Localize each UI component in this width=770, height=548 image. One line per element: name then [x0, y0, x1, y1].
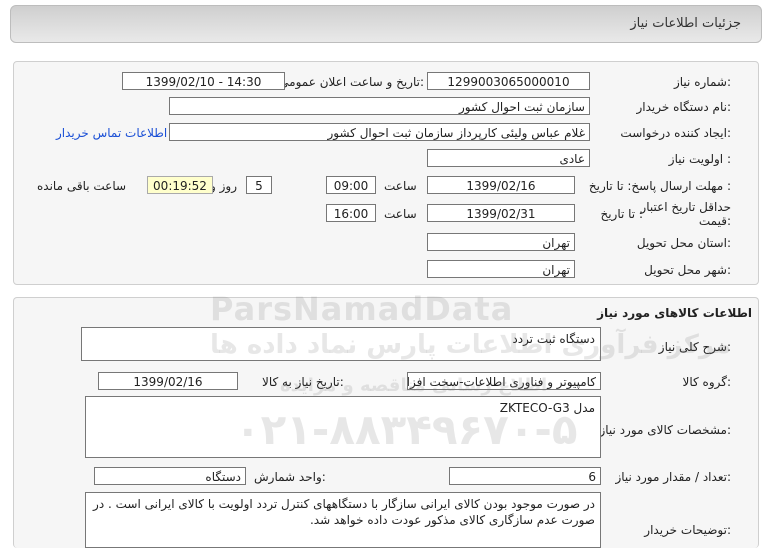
- need-date-field: 1399/02/16: [98, 372, 238, 390]
- validity-label-line2: قیمت:: [698, 214, 731, 228]
- buyer-notes-field: در صورت موجود بودن کالای ایرانی سازگار ب…: [85, 492, 601, 548]
- unit-label: واحد شمارش:: [254, 470, 326, 484]
- priority-field: عادی: [427, 149, 590, 167]
- validity-time-field: 16:00: [326, 204, 376, 222]
- deadline-date-field: 1399/02/16: [427, 176, 575, 194]
- creator-field: غلام عباس ولیئی کارپرداز سازمان ثبت احوا…: [169, 123, 590, 141]
- announce-date-label: تاریخ و ساعت اعلان عمومی:: [279, 75, 424, 89]
- quantity-field: 6: [449, 467, 601, 485]
- need-info-panel: شماره نیاز: 1299003065000010 تاریخ و ساع…: [13, 61, 759, 285]
- goods-group-field: کامپیوتر و فناوری اطلاعات-سخت افزار: [407, 372, 601, 390]
- buyer-label: نام دستگاه خریدار:: [636, 100, 732, 114]
- days-label: روز و: [210, 179, 237, 193]
- need-date-label: تاریخ نیاز به کالا:: [262, 375, 344, 389]
- province-label: استان محل تحویل:: [636, 236, 731, 250]
- specs-label: مشخصات کالای مورد نیاز:: [599, 423, 731, 437]
- deadline-time-label: ساعت: [384, 179, 417, 193]
- general-description-field: دستگاه ثبت تردد: [81, 327, 601, 361]
- priority-label: اولویت نیاز :: [668, 152, 731, 166]
- validity-to-label: تا تاریخ :: [600, 207, 643, 221]
- goods-panel: اطلاعات کالاهای مورد نیاز شرح کلی نیاز: …: [13, 297, 759, 548]
- general-description-label: شرح کلی نیاز:: [658, 340, 731, 354]
- page-header: جزئیات اطلاعات نیاز: [10, 5, 762, 43]
- validity-time-label: ساعت: [384, 207, 417, 221]
- deadline-time-field: 09:00: [326, 176, 376, 194]
- announce-date-field: 1399/02/10 - 14:30: [122, 72, 285, 90]
- buyer-notes-label: توضیحات خریدار:: [644, 523, 731, 537]
- city-label: شهر محل تحویل:: [644, 263, 731, 277]
- goods-group-label: گروه کالا:: [682, 375, 732, 389]
- quantity-label: تعداد / مقدار مورد نیاز:: [615, 470, 731, 484]
- remaining-time-field: 00:19:52: [147, 176, 213, 194]
- province-field: تهران: [427, 233, 575, 251]
- validity-date-field: 1399/02/31: [427, 204, 575, 222]
- need-number-field: 1299003065000010: [427, 72, 590, 90]
- page-title: جزئیات اطلاعات نیاز: [630, 16, 741, 31]
- goods-section-title: اطلاعات کالاهای مورد نیاز: [597, 306, 752, 320]
- buyer-contact-link[interactable]: اطلاعات تماس خریدار: [56, 126, 167, 140]
- city-field: تهران: [427, 260, 575, 278]
- deadline-label: مهلت ارسال پاسخ: تا تاریخ :: [588, 179, 731, 193]
- validity-label-line1: حداقل تاریخ اعتبار: [640, 200, 731, 214]
- creator-label: ایجاد کننده درخواست:: [620, 126, 731, 140]
- buyer-field: سازمان ثبت احوال کشور: [169, 97, 590, 115]
- unit-field: دستگاه: [94, 467, 246, 485]
- remaining-days-field: 5: [246, 176, 272, 194]
- specs-field: مدل ZKTECO-G3: [85, 396, 601, 458]
- remaining-label: ساعت باقی مانده: [37, 179, 127, 193]
- need-number-label: شماره نیاز:: [673, 75, 731, 89]
